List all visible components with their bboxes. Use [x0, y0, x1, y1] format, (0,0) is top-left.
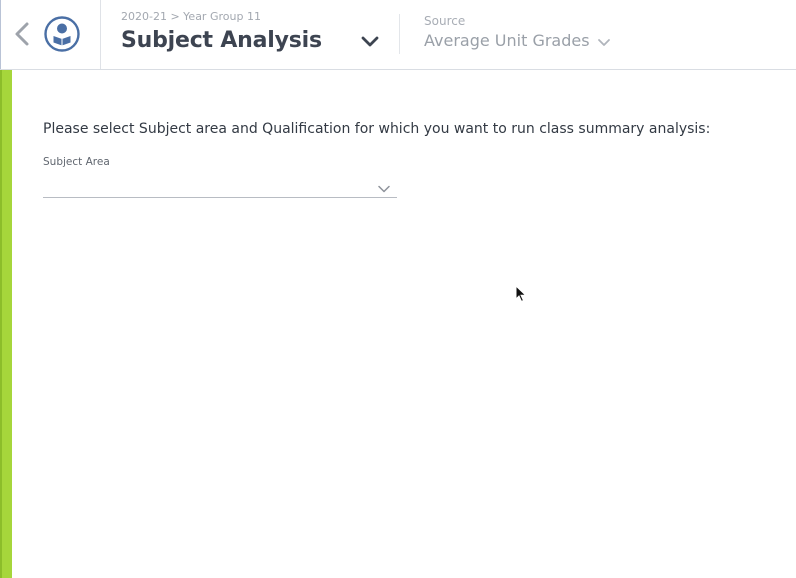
chevron-left-icon	[15, 22, 29, 46]
source-dropdown-button[interactable]	[595, 35, 613, 49]
subject-area-select[interactable]	[43, 172, 397, 198]
instruction-text: Please select Subject area and Qualifica…	[43, 121, 711, 137]
app-logo	[43, 15, 81, 53]
student-reading-icon	[44, 16, 80, 52]
source-select[interactable]: Average Unit Grades	[424, 31, 590, 50]
subject-area-label: Subject Area	[43, 156, 110, 168]
chevron-down-icon	[361, 36, 379, 47]
subject-area-dropdown-arrow[interactable]	[377, 179, 391, 193]
chevron-down-icon	[598, 39, 610, 46]
breadcrumb[interactable]: 2020-21 > Year Group 11	[121, 10, 261, 23]
mouse-pointer-icon	[515, 284, 527, 303]
mouse-cursor	[515, 284, 527, 303]
source-label: Source	[424, 14, 466, 28]
header-divider	[399, 14, 400, 54]
analysis-type-dropdown-button[interactable]	[358, 32, 382, 52]
page-title: Subject Analysis	[121, 28, 322, 53]
chevron-down-icon	[378, 185, 390, 193]
app-window: 2020-21 > Year Group 11 Subject Analysis…	[0, 0, 796, 578]
header-divider	[100, 0, 101, 69]
back-button[interactable]	[10, 18, 36, 50]
header-edge	[0, 0, 1, 69]
page-header: 2020-21 > Year Group 11 Subject Analysis…	[0, 0, 796, 70]
side-accent-edge	[0, 70, 2, 578]
